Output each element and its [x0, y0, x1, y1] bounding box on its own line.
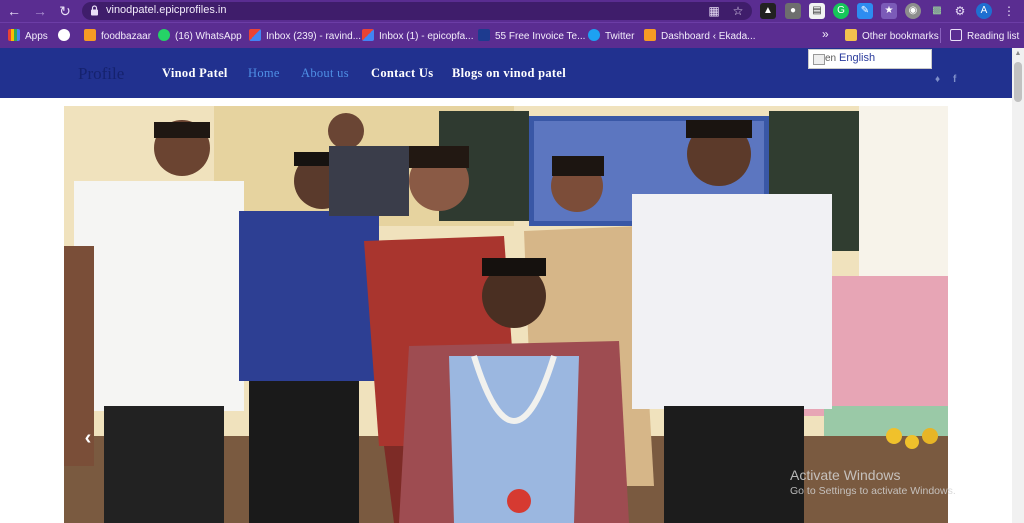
camera-icon[interactable]: ◉: [905, 3, 921, 19]
nav-contact-us[interactable]: Contact Us: [371, 66, 433, 81]
twitter-bird-icon: [588, 29, 600, 41]
scrollbar-thumb[interactable]: [1014, 62, 1022, 102]
windows-activation-watermark: Activate Windows Go to Settings to activ…: [790, 467, 956, 497]
bookmark-whatsapp[interactable]: (16) WhatsApp: [158, 29, 242, 43]
bookmarks-divider: [940, 28, 941, 43]
nav-blogs[interactable]: Blogs on vinod patel: [452, 66, 566, 81]
bookmark-twitter[interactable]: Twitter: [588, 29, 634, 43]
invoice-icon: [478, 29, 490, 41]
qr-code-icon[interactable]: ▦: [706, 3, 722, 19]
nav-vinod-patel[interactable]: Vinod Patel: [162, 66, 228, 81]
nav-about-us[interactable]: About us: [301, 66, 349, 81]
bookmark-gmail-1[interactable]: Inbox (239) - ravind...: [249, 29, 361, 43]
whatsapp-icon: [158, 29, 170, 41]
folder-icon: [845, 29, 857, 41]
bookmark-dashboard[interactable]: Dashboard ‹ Ekada...: [644, 29, 756, 43]
gmail-icon: [362, 29, 374, 41]
bookmark-apps[interactable]: Apps: [8, 29, 48, 43]
language-selector[interactable]: en English: [808, 49, 932, 69]
bookmark-gmail-2[interactable]: Inbox (1) - epicopfa...: [362, 29, 474, 43]
extension-icon-8[interactable]: ▩: [929, 3, 945, 19]
scrollbar-track[interactable]: [1012, 48, 1024, 523]
profile-avatar[interactable]: A: [976, 3, 992, 19]
bookmark-foodbazaar[interactable]: foodbazaar: [84, 29, 151, 43]
bookmarks-bar: Apps foodbazaar (16) WhatsApp Inbox (239…: [0, 22, 1024, 48]
bookmark-globe[interactable]: [58, 29, 75, 43]
reload-icon[interactable]: ↻: [57, 3, 73, 19]
url-text: vinodpatel.epicprofiles.in: [106, 4, 227, 16]
lock-icon: [91, 5, 98, 16]
dashboard-icon: [644, 29, 656, 41]
forward-icon[interactable]: →: [32, 3, 48, 19]
scroll-up-arrow-icon[interactable]: ▲: [1014, 50, 1022, 58]
language-label: English: [839, 52, 876, 64]
bookmarks-overflow-chevron-icon[interactable]: »: [822, 27, 829, 41]
browser-toolbar: ← → ↻ vinodpatel.epicprofiles.in ▦ ☆ ▲ ●…: [0, 0, 1024, 22]
site-logo[interactable]: Profile: [78, 64, 124, 84]
flag-icon: [813, 54, 825, 65]
puzzle-icon[interactable]: ⚙: [952, 3, 968, 19]
menu-icon[interactable]: ⋮: [1003, 3, 1015, 19]
reading-list[interactable]: Reading list: [950, 29, 1019, 43]
globe-icon: [58, 29, 70, 41]
facebook-icon[interactable]: f: [953, 74, 956, 85]
foodbazaar-icon: [84, 29, 96, 41]
nav-home[interactable]: Home: [248, 66, 280, 81]
language-code: en: [825, 53, 837, 64]
grammarly-icon[interactable]: G: [833, 3, 849, 19]
group-photo: [64, 106, 948, 523]
hero-slider: ‹: [64, 106, 948, 523]
address-bar[interactable]: vinodpatel.epicprofiles.in ▦ ☆: [82, 2, 752, 20]
twitter-icon[interactable]: ♦: [935, 74, 940, 85]
slider-prev-chevron-icon[interactable]: ‹: [80, 428, 96, 448]
site-header: Profile Vinod Patel Home About us Contac…: [0, 48, 1012, 98]
reading-list-icon: [950, 29, 962, 41]
extension-icon-6[interactable]: ★: [881, 3, 897, 19]
extension-icon-1[interactable]: ▲: [760, 3, 776, 19]
extension-icon-2[interactable]: ●: [785, 3, 801, 19]
bookmark-star-icon[interactable]: ☆: [730, 3, 746, 19]
gmail-icon: [249, 29, 261, 41]
extension-icon-5[interactable]: ✎: [857, 3, 873, 19]
apps-grid-icon: [8, 29, 20, 41]
other-bookmarks[interactable]: Other bookmarks: [845, 29, 939, 43]
extension-icon-3[interactable]: ▤: [809, 3, 825, 19]
back-icon[interactable]: ←: [6, 3, 22, 19]
bookmark-invoice[interactable]: 55 Free Invoice Te...: [478, 29, 585, 43]
